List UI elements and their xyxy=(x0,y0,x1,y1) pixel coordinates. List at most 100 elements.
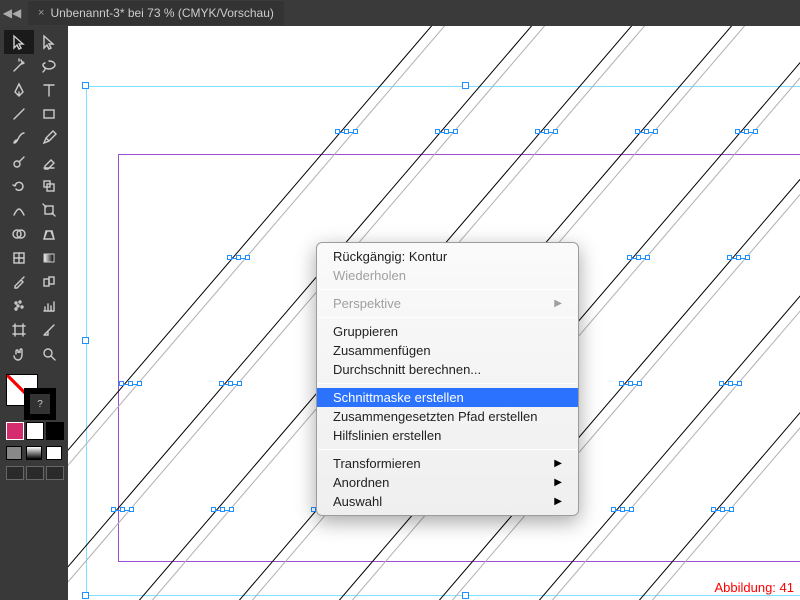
menu-item[interactable]: Hilfslinien erstellen xyxy=(317,426,578,445)
type-icon[interactable] xyxy=(34,78,64,102)
anchor-point[interactable] xyxy=(353,129,358,134)
menu-item[interactable]: Anordnen▶ xyxy=(317,473,578,492)
swatch-white[interactable] xyxy=(26,422,44,440)
color-mode-gradient[interactable] xyxy=(26,446,42,460)
swatch-magenta[interactable] xyxy=(6,422,24,440)
anchor-point[interactable] xyxy=(645,255,650,260)
blob-brush-icon[interactable] xyxy=(4,150,34,174)
artboard-icon[interactable] xyxy=(4,318,34,342)
anchor-point[interactable] xyxy=(637,381,642,386)
anchor-point[interactable] xyxy=(619,381,624,386)
anchor-point[interactable] xyxy=(653,129,658,134)
anchor-point[interactable] xyxy=(245,255,250,260)
wand-icon[interactable] xyxy=(4,54,34,78)
scale-icon[interactable] xyxy=(34,174,64,198)
rotate-icon[interactable] xyxy=(4,174,34,198)
anchor-point[interactable] xyxy=(219,381,224,386)
menu-item[interactable]: Schnittmaske erstellen xyxy=(317,388,578,407)
pencil-icon[interactable] xyxy=(34,126,64,150)
swatch-black[interactable] xyxy=(46,422,64,440)
selection-icon[interactable] xyxy=(4,30,34,54)
gradient-icon[interactable] xyxy=(34,246,64,270)
anchor-point[interactable] xyxy=(628,381,633,386)
mesh-icon[interactable] xyxy=(4,246,34,270)
anchor-point[interactable] xyxy=(435,129,440,134)
swatches[interactable] xyxy=(4,372,64,418)
menu-item[interactable]: Auswahl▶ xyxy=(317,492,578,511)
shape-builder-icon[interactable] xyxy=(4,222,34,246)
anchor-point[interactable] xyxy=(444,129,449,134)
anchor-point[interactable] xyxy=(736,255,741,260)
anchor-point[interactable] xyxy=(735,129,740,134)
hand-icon[interactable] xyxy=(4,342,34,366)
rectangle-icon[interactable] xyxy=(34,102,64,126)
anchor-point[interactable] xyxy=(344,129,349,134)
pen-icon[interactable] xyxy=(4,78,34,102)
anchor-point[interactable] xyxy=(128,381,133,386)
color-mode-solid[interactable] xyxy=(6,446,22,460)
anchor-point[interactable] xyxy=(120,507,125,512)
zoom-icon[interactable] xyxy=(34,342,64,366)
anchor-point[interactable] xyxy=(111,507,116,512)
anchor-point[interactable] xyxy=(744,129,749,134)
close-icon[interactable]: × xyxy=(38,7,44,19)
anchor-point[interactable] xyxy=(720,507,725,512)
anchor-point[interactable] xyxy=(636,255,641,260)
anchor-point[interactable] xyxy=(227,255,232,260)
anchor-point[interactable] xyxy=(611,507,616,512)
anchor-point[interactable] xyxy=(220,507,225,512)
menu-item[interactable]: Zusammengesetzten Pfad erstellen xyxy=(317,407,578,426)
brush-icon[interactable] xyxy=(4,126,34,150)
anchor-point[interactable] xyxy=(137,381,142,386)
bbox-handle[interactable] xyxy=(82,592,89,599)
slice-icon[interactable] xyxy=(34,318,64,342)
anchor-point[interactable] xyxy=(229,507,234,512)
perspective-icon[interactable] xyxy=(34,222,64,246)
direct-selection-icon[interactable] xyxy=(34,30,64,54)
draw-inside-icon[interactable] xyxy=(46,466,64,480)
document-tab[interactable]: × Unbenannt-3* bei 73 % (CMYK/Vorschau) xyxy=(28,1,284,25)
menu-item[interactable]: Gruppieren xyxy=(317,322,578,341)
anchor-point[interactable] xyxy=(627,255,632,260)
width-icon[interactable] xyxy=(4,198,34,222)
anchor-point[interactable] xyxy=(729,507,734,512)
anchor-point[interactable] xyxy=(753,129,758,134)
anchor-point[interactable] xyxy=(119,381,124,386)
menu-item[interactable]: Rückgängig: Kontur xyxy=(317,247,578,266)
column-graph-icon[interactable] xyxy=(34,294,64,318)
blend-icon[interactable] xyxy=(34,270,64,294)
draw-behind-icon[interactable] xyxy=(26,466,44,480)
anchor-point[interactable] xyxy=(620,507,625,512)
anchor-point[interactable] xyxy=(737,381,742,386)
menu-item[interactable]: Transformieren▶ xyxy=(317,454,578,473)
anchor-point[interactable] xyxy=(711,507,716,512)
lasso-icon[interactable] xyxy=(34,54,64,78)
free-transform-icon[interactable] xyxy=(34,198,64,222)
anchor-point[interactable] xyxy=(335,129,340,134)
anchor-point[interactable] xyxy=(535,129,540,134)
anchor-point[interactable] xyxy=(727,255,732,260)
anchor-point[interactable] xyxy=(211,507,216,512)
eyedropper-icon[interactable] xyxy=(4,270,34,294)
anchor-point[interactable] xyxy=(236,255,241,260)
draw-normal-icon[interactable] xyxy=(6,466,24,480)
spray-icon[interactable] xyxy=(4,294,34,318)
anchor-point[interactable] xyxy=(237,381,242,386)
stroke-swatch[interactable] xyxy=(24,388,56,420)
anchor-point[interactable] xyxy=(719,381,724,386)
eraser-icon[interactable] xyxy=(34,150,64,174)
bbox-handle[interactable] xyxy=(462,592,469,599)
anchor-point[interactable] xyxy=(453,129,458,134)
anchor-point[interactable] xyxy=(728,381,733,386)
line-icon[interactable] xyxy=(4,102,34,126)
anchor-point[interactable] xyxy=(644,129,649,134)
bbox-handle[interactable] xyxy=(462,82,469,89)
bbox-handle[interactable] xyxy=(82,337,89,344)
anchor-point[interactable] xyxy=(544,129,549,134)
anchor-point[interactable] xyxy=(745,255,750,260)
color-mode-none[interactable] xyxy=(46,446,62,460)
anchor-point[interactable] xyxy=(553,129,558,134)
menu-item[interactable]: Zusammenfügen xyxy=(317,341,578,360)
panel-collapse-icon[interactable]: ◀◀ xyxy=(0,0,24,26)
anchor-point[interactable] xyxy=(129,507,134,512)
